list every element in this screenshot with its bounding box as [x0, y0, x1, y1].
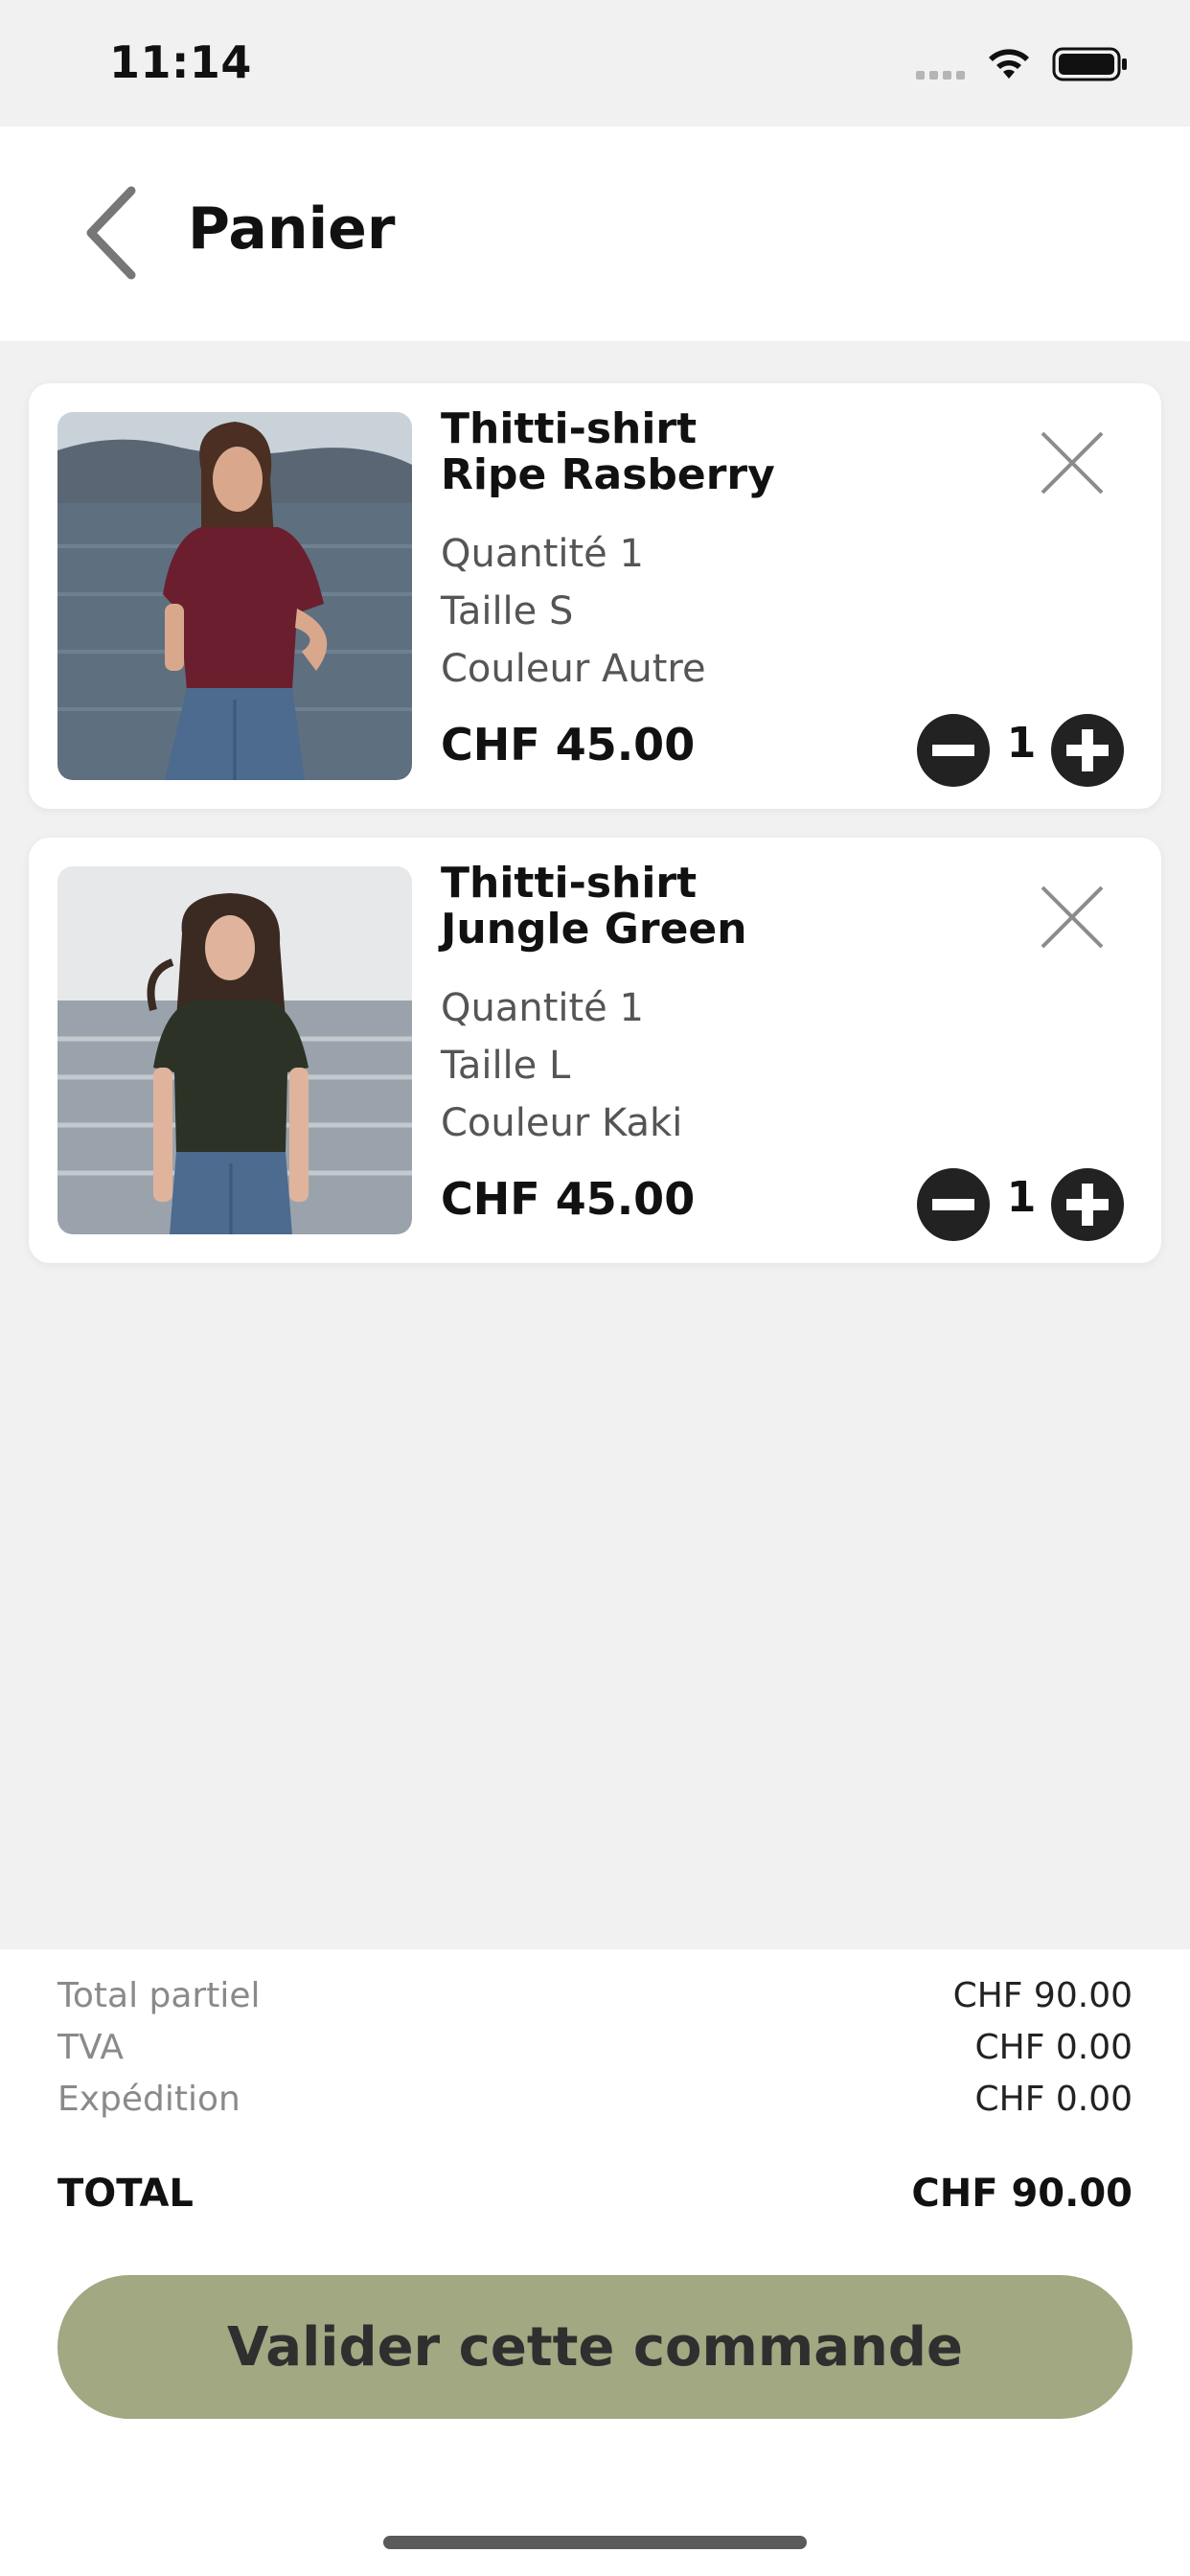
- size-label: Taille S: [441, 589, 574, 633]
- cellular-signal-icon: [916, 71, 965, 80]
- back-button[interactable]: [67, 180, 153, 286]
- quantity-value: 1: [1006, 719, 1037, 768]
- total-label: TOTAL: [57, 2172, 194, 2216]
- product-name-line2: Jungle Green: [441, 905, 747, 954]
- shipping-value: CHF 0.00: [974, 2080, 1133, 2119]
- wifi-icon: [989, 49, 1029, 79]
- status-time: 11:14: [109, 36, 252, 88]
- total-value: CHF 90.00: [911, 2172, 1133, 2216]
- product-name: Thitti-shirt Ripe Rasberry: [441, 406, 775, 498]
- order-summary: Total partiel CHF 90.00 TVA CHF 0.00 Exp…: [0, 1949, 1190, 2576]
- shipping-label: Expédition: [57, 2080, 240, 2119]
- minus-circle-icon[interactable]: [916, 713, 991, 788]
- page-title: Panier: [188, 196, 396, 263]
- minus-circle-icon[interactable]: [916, 1167, 991, 1242]
- battery-icon: [1052, 47, 1127, 81]
- chevron-left-icon: [86, 186, 136, 280]
- shipping-row: Expédition CHF 0.00: [57, 2080, 1133, 2119]
- subtotal-label: Total partiel: [57, 1976, 261, 2015]
- tax-label: TVA: [57, 2028, 124, 2067]
- subtotal-row: Total partiel CHF 90.00: [57, 1976, 1133, 2015]
- size-label: Taille L: [441, 1044, 571, 1088]
- product-name-line2: Ripe Rasberry: [441, 450, 775, 499]
- status-bar: 11:14: [0, 0, 1190, 126]
- product-image[interactable]: [57, 412, 412, 780]
- total-row: TOTAL CHF 90.00: [57, 2172, 1133, 2216]
- color-label: Couleur Kaki: [441, 1101, 683, 1145]
- quantity-label: Quantité 1: [441, 532, 644, 576]
- close-icon[interactable]: [1039, 429, 1106, 496]
- product-name-line1: Thitti-shirt: [441, 859, 698, 908]
- navigation-header: Panier: [0, 126, 1190, 341]
- plus-circle-icon[interactable]: [1050, 713, 1125, 788]
- product-name-line1: Thitti-shirt: [441, 404, 698, 453]
- color-label: Couleur Autre: [441, 647, 706, 691]
- checkout-button[interactable]: Valider cette commande: [57, 2275, 1133, 2419]
- tax-value: CHF 0.00: [974, 2028, 1133, 2067]
- product-price: CHF 45.00: [441, 719, 696, 770]
- cart-item-card: Thitti-shirt Ripe Rasberry Quantité 1 Ta…: [29, 383, 1161, 809]
- product-price: CHF 45.00: [441, 1173, 696, 1225]
- plus-circle-icon[interactable]: [1050, 1167, 1125, 1242]
- cart-item-card: Thitti-shirt Jungle Green Quantité 1 Tai…: [29, 838, 1161, 1263]
- product-name: Thitti-shirt Jungle Green: [441, 861, 747, 953]
- close-icon[interactable]: [1039, 884, 1106, 951]
- subtotal-value: CHF 90.00: [952, 1976, 1133, 2015]
- tax-row: TVA CHF 0.00: [57, 2028, 1133, 2067]
- quantity-value: 1: [1006, 1173, 1037, 1222]
- quantity-label: Quantité 1: [441, 986, 644, 1030]
- home-indicator: [383, 2536, 807, 2549]
- product-image[interactable]: [57, 866, 412, 1234]
